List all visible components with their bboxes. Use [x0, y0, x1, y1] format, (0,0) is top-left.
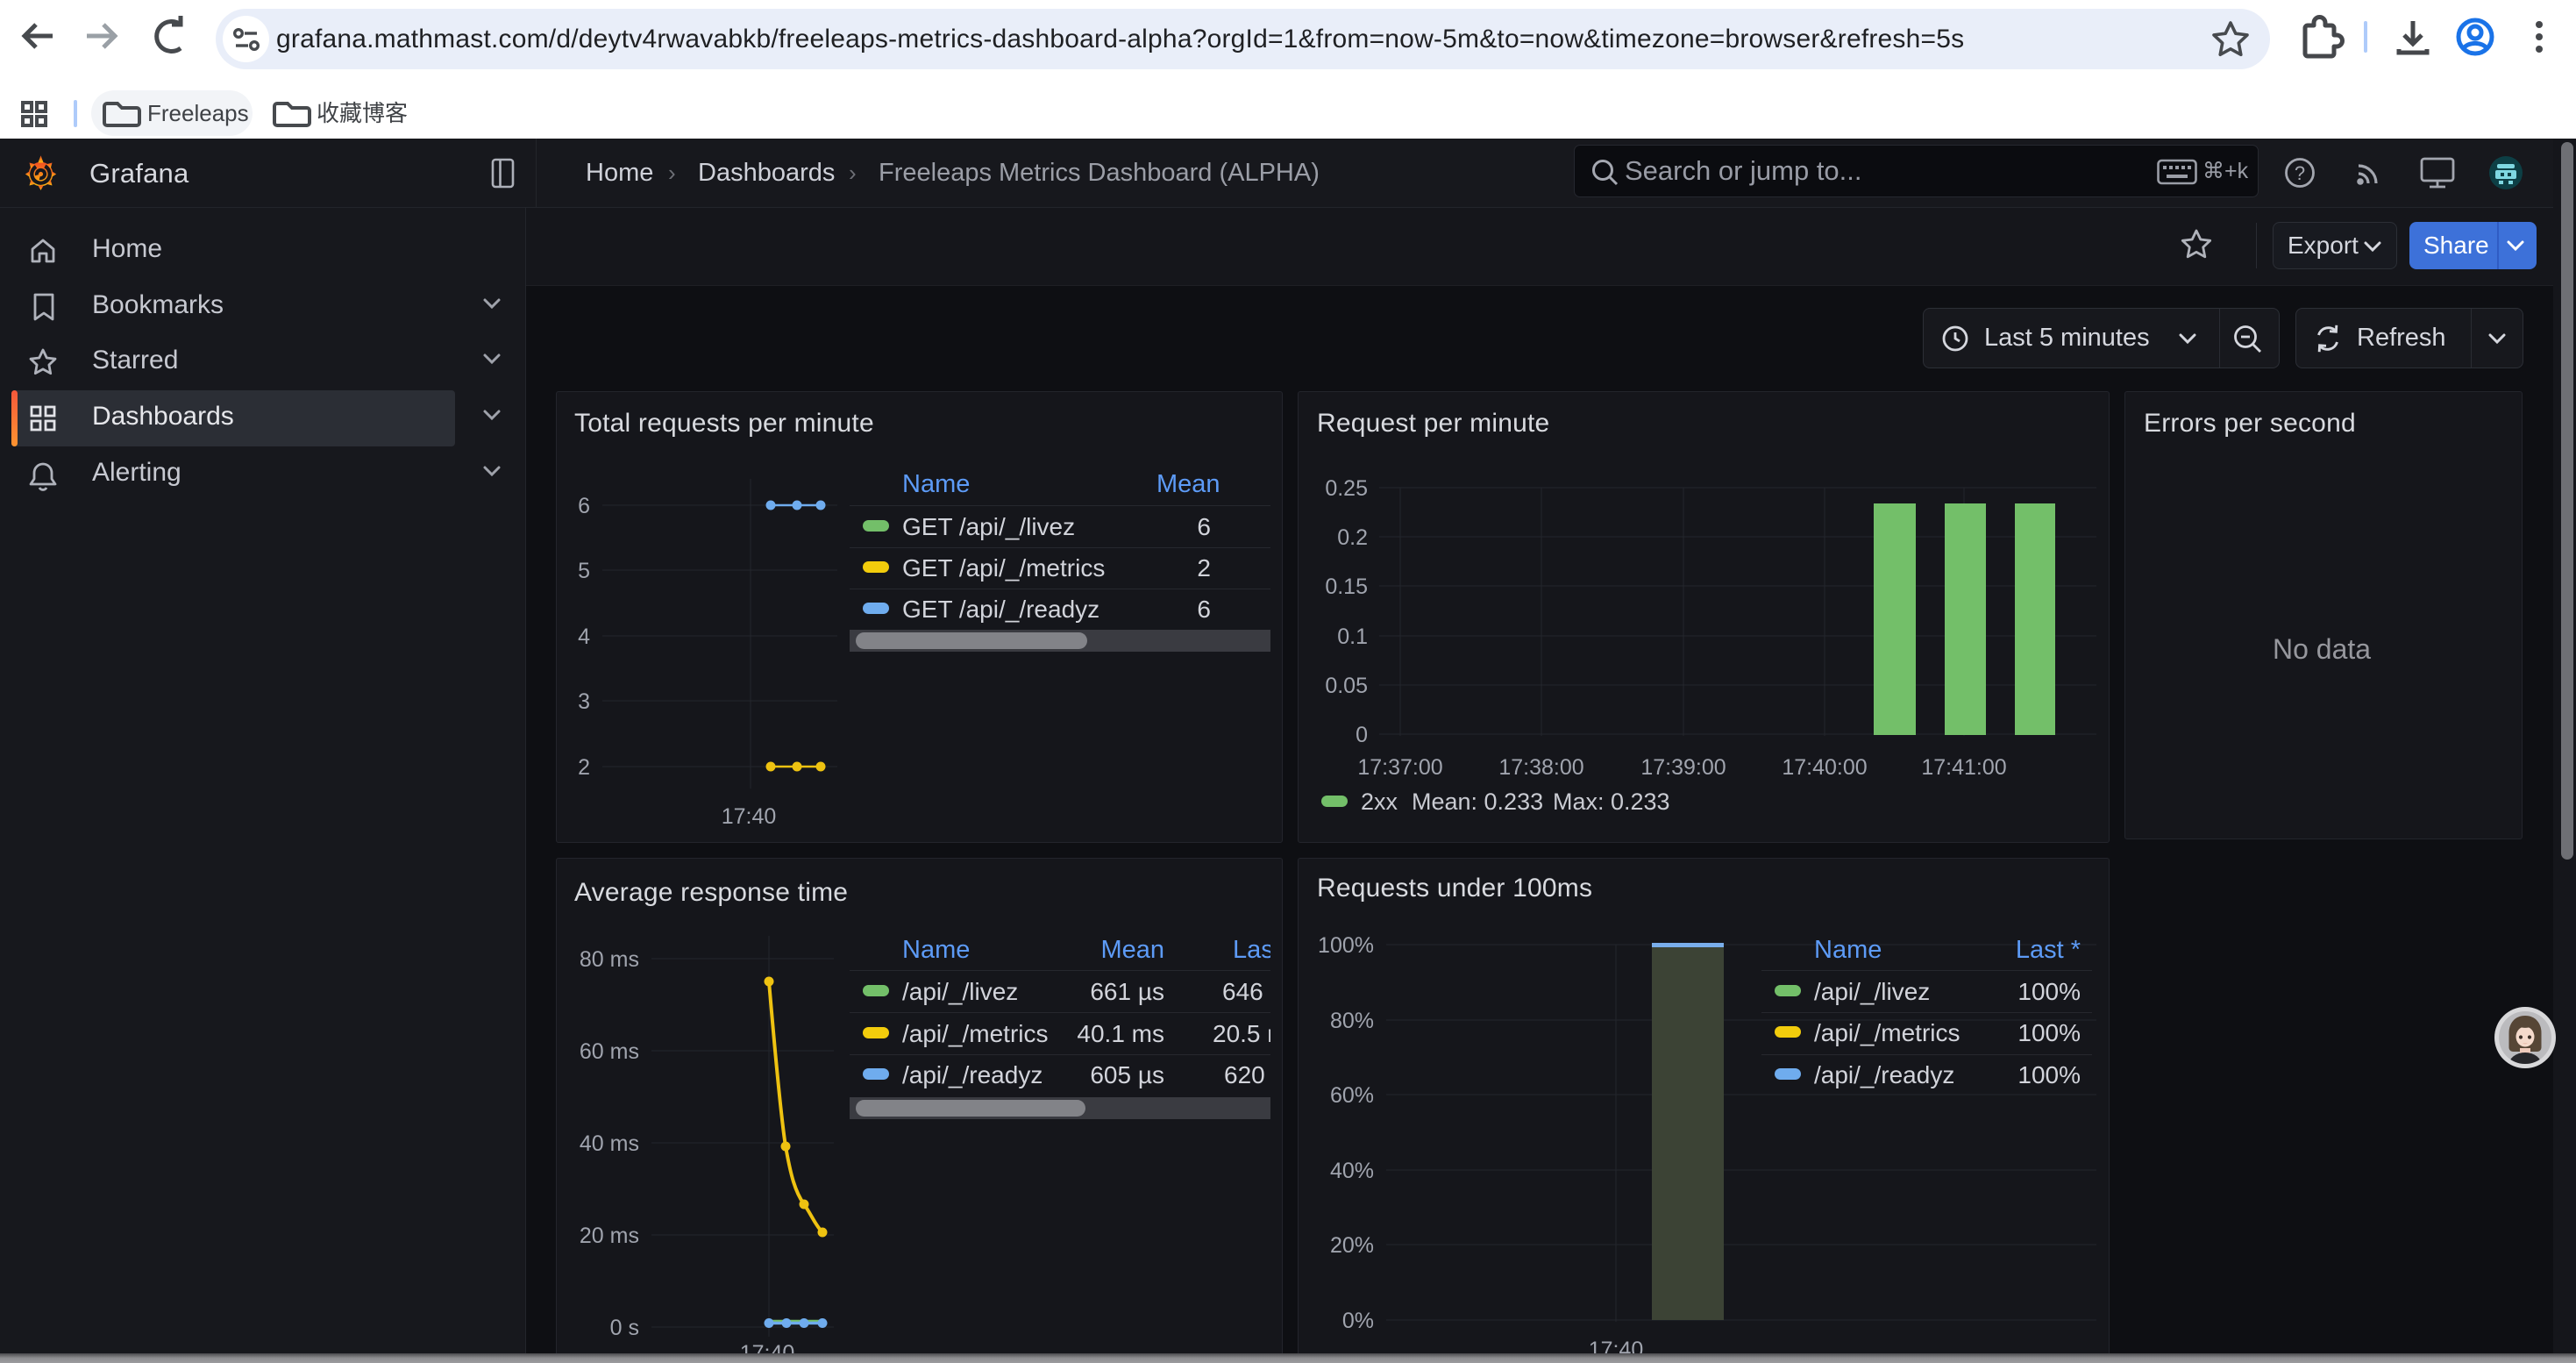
svg-text:17:41:00: 17:41:00 — [1921, 755, 2006, 780]
svg-text:40 ms: 40 ms — [580, 1131, 639, 1156]
svg-text:5: 5 — [578, 559, 590, 583]
svg-text:0.2: 0.2 — [1337, 525, 1368, 550]
svg-text:20 ms: 20 ms — [580, 1224, 639, 1248]
svg-text:17:38:00: 17:38:00 — [1498, 755, 1583, 780]
svg-text:17:37:00: 17:37:00 — [1357, 755, 1442, 780]
svg-text:0: 0 — [1356, 723, 1368, 747]
svg-text:?: ? — [2295, 162, 2305, 184]
svg-text:4: 4 — [578, 624, 590, 649]
svg-text:0.1: 0.1 — [1337, 624, 1368, 649]
svg-text:20%: 20% — [1330, 1233, 1374, 1258]
svg-text:100%: 100% — [1318, 933, 1374, 958]
svg-text:60 ms: 60 ms — [580, 1039, 639, 1064]
svg-text:17:40: 17:40 — [722, 804, 777, 829]
svg-text:80%: 80% — [1330, 1009, 1374, 1033]
svg-text:17:39:00: 17:39:00 — [1640, 755, 1726, 780]
svg-text:0.05: 0.05 — [1325, 674, 1368, 698]
svg-text:60%: 60% — [1330, 1083, 1374, 1108]
svg-text:80 ms: 80 ms — [580, 947, 639, 972]
svg-text:40%: 40% — [1330, 1159, 1374, 1183]
svg-text:0%: 0% — [1342, 1309, 1374, 1333]
svg-text:2: 2 — [578, 755, 590, 780]
svg-text:17:40:00: 17:40:00 — [1782, 755, 1867, 780]
svg-text:0 s: 0 s — [610, 1316, 639, 1340]
svg-text:0.25: 0.25 — [1325, 476, 1368, 501]
svg-text:6: 6 — [578, 494, 590, 518]
svg-text:0.15: 0.15 — [1325, 574, 1368, 599]
svg-text:3: 3 — [578, 689, 590, 714]
